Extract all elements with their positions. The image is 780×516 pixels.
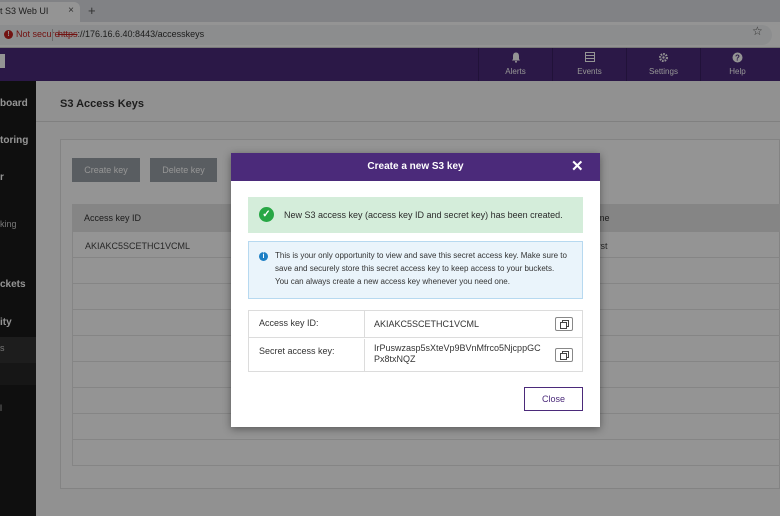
- success-message: New S3 access key (access key ID and sec…: [284, 210, 563, 220]
- copy-secret-key-button[interactable]: [555, 348, 573, 362]
- success-alert: ✓ New S3 access key (access key ID and s…: [248, 197, 583, 233]
- secret-key-label: Secret access key:: [249, 339, 365, 371]
- secret-key-value[interactable]: IrPuswzasp5sXteVp9BVnMfrco5NjcppGC Px8tx…: [374, 343, 541, 365]
- access-key-value[interactable]: AKIAKC5SCETHC1VCML: [374, 319, 479, 330]
- copy-icon: [560, 351, 569, 360]
- access-key-label: Access key ID:: [249, 311, 365, 337]
- check-circle-icon: ✓: [259, 207, 274, 222]
- secret-key-row: Secret access key: IrPuswzasp5sXteVp9BVn…: [249, 339, 582, 371]
- create-key-modal: Create a new S3 key ✕ ✓ New S3 access ke…: [231, 153, 600, 427]
- copy-access-key-button[interactable]: [555, 317, 573, 331]
- access-key-row: Access key ID: AKIAKC5SCETHC1VCML: [249, 311, 582, 338]
- info-alert: i This is your only opportunity to view …: [248, 241, 583, 299]
- copy-icon: [560, 320, 569, 329]
- info-line: This is your only opportunity to view an…: [275, 251, 567, 260]
- key-details-table: Access key ID: AKIAKC5SCETHC1VCML Secret…: [248, 310, 583, 372]
- close-icon[interactable]: ✕: [571, 157, 584, 175]
- secret-key-line1: IrPuswzasp5sXteVp9BVnMfrco5NjcppGC: [374, 343, 541, 353]
- modal-title: Create a new S3 key: [367, 161, 464, 172]
- info-line: save and securely store this secret acce…: [275, 264, 555, 273]
- info-icon: i: [259, 252, 268, 261]
- close-button[interactable]: Close: [524, 387, 583, 411]
- info-line: You can always create a new access key w…: [275, 277, 510, 286]
- modal-header: Create a new S3 key ✕: [231, 153, 600, 181]
- secret-key-line2: Px8txNQZ: [374, 354, 416, 364]
